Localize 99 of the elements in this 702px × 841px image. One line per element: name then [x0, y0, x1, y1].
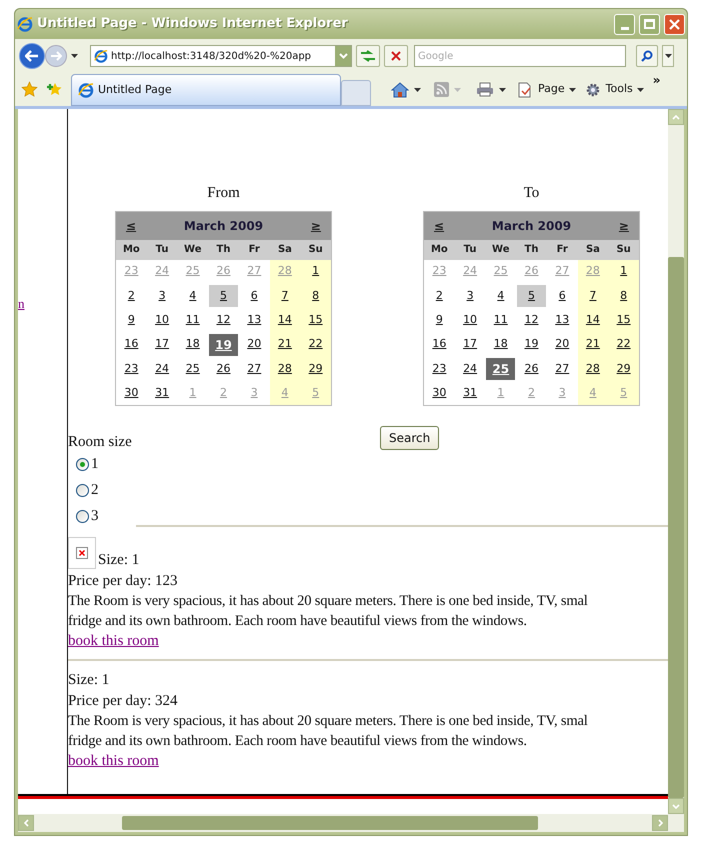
- next-month-link[interactable]: ≥: [310, 216, 321, 234]
- maximize-icon: [644, 19, 655, 29]
- minimize-icon: [620, 26, 628, 30]
- scroll-thumb[interactable]: [122, 816, 538, 830]
- page-menu-button[interactable]: Page: [538, 81, 576, 98]
- search-options-button[interactable]: [662, 45, 674, 67]
- scroll-right-button[interactable]: [652, 815, 668, 831]
- room-size-label: Room size: [68, 433, 133, 452]
- weekday-header: Mo: [122, 243, 141, 257]
- search-icon: [641, 50, 653, 62]
- minimize-button[interactable]: [614, 14, 635, 34]
- weekday-header: Sa: [276, 243, 293, 257]
- chevron-left-icon: [24, 819, 28, 827]
- calendar-label: From: [207, 184, 240, 203]
- month-title: March 2009: [492, 218, 572, 234]
- tools-menu-button[interactable]: Tools: [606, 81, 644, 98]
- caret-icon[interactable]: [499, 88, 506, 92]
- radio-button[interactable]: [76, 510, 89, 523]
- scroll-left-button[interactable]: [18, 815, 34, 831]
- search-submit-button[interactable]: Search: [380, 426, 440, 450]
- room-size-text: Size: 1: [98, 551, 140, 570]
- radio-label: 1: [91, 455, 98, 474]
- refresh-arrows-icon: [360, 50, 376, 62]
- weekday-header: Fr: [248, 243, 261, 257]
- star-icon[interactable]: [21, 81, 38, 98]
- weekday-header: Tu: [462, 243, 478, 257]
- room-description-text: fridge and its own bathroom. Each room have beautiful views from the windows.: [68, 612, 528, 632]
- calendar-day[interactable]: 19: [208, 334, 238, 356]
- weekday-header: Th: [216, 243, 232, 257]
- weekday-header: Fr: [556, 243, 569, 257]
- prev-month-link[interactable]: ≤: [434, 216, 444, 234]
- room-price-text: Price per day: 324: [68, 692, 179, 712]
- caret-icon[interactable]: [71, 54, 78, 58]
- book-room-link[interactable]: book this room: [68, 751, 159, 772]
- browser-tab[interactable]: Untitled Page: [71, 74, 341, 106]
- prev-month-link[interactable]: ≤: [126, 216, 136, 234]
- weekday-header: Sa: [584, 243, 601, 257]
- search-button[interactable]: [636, 45, 658, 67]
- weekday-header: Su: [307, 243, 324, 257]
- room-description-text: fridge and its own bathroom. Each room have beautiful views from the windows.: [68, 732, 528, 752]
- home-icon[interactable]: [391, 82, 409, 98]
- maximize-button[interactable]: [639, 14, 660, 34]
- next-month-link[interactable]: ≥: [618, 216, 629, 234]
- month-title: March 2009: [184, 218, 264, 234]
- room-price-text: Price per day: 123: [68, 572, 179, 592]
- room-size-text: Size: 1: [68, 671, 110, 690]
- radio-label: 3: [91, 507, 98, 526]
- vertical-scrollbar[interactable]: [668, 109, 684, 814]
- scroll-down-button[interactable]: [668, 798, 684, 814]
- address-field[interactable]: http://localhost:3148/320d%20-%20app: [90, 45, 352, 67]
- search-field[interactable]: Google: [414, 45, 626, 67]
- scroll-up-button[interactable]: [668, 109, 684, 125]
- tab-title: Untitled Page: [98, 82, 172, 98]
- refresh-button[interactable]: [356, 45, 380, 67]
- weekday-header: Mo: [430, 243, 449, 257]
- close-icon: [669, 18, 680, 30]
- horizontal-scrollbar[interactable]: [18, 814, 684, 832]
- add-star-icon[interactable]: [46, 81, 63, 98]
- more-chevron[interactable]: »: [652, 71, 661, 89]
- caret-icon[interactable]: [568, 88, 576, 92]
- weekday-header: We: [491, 243, 511, 257]
- chevron-up-icon: [672, 114, 680, 120]
- book-room-link[interactable]: book this room: [68, 631, 159, 652]
- page-icon[interactable]: [517, 82, 533, 98]
- chevron-right-icon: [658, 819, 662, 827]
- caret-icon[interactable]: [664, 54, 672, 58]
- calendar-label: To: [524, 184, 540, 203]
- weekday-header: Th: [524, 243, 540, 257]
- url-text: http://localhost:3148/320d%20-%20app: [111, 50, 312, 64]
- gear-icon[interactable]: [584, 82, 601, 98]
- printer-icon[interactable]: [476, 82, 494, 97]
- radio-button[interactable]: [76, 458, 89, 471]
- radio-label: 2: [91, 481, 98, 500]
- browser-logo-icon: [17, 16, 33, 32]
- calendar-day[interactable]: 5: [208, 284, 238, 307]
- arrow-left-icon: [25, 50, 39, 62]
- radio-button[interactable]: [76, 484, 89, 497]
- weekday-header: We: [183, 243, 203, 257]
- caret-icon[interactable]: [636, 88, 644, 92]
- calendar-day[interactable]: 25: [486, 358, 516, 380]
- side-link[interactable]: n: [18, 296, 24, 311]
- back-button[interactable]: [19, 43, 45, 69]
- calendar-day[interactable]: 5: [516, 284, 546, 307]
- chevron-down-icon: [338, 53, 348, 59]
- close-button[interactable]: [664, 14, 685, 34]
- arrow-right-icon: [50, 51, 62, 61]
- scroll-thumb[interactable]: [668, 257, 684, 798]
- room-description-text: The Room is very spacious, it has about 20 square meters. There is one bed inside, TV, smal: [68, 712, 589, 732]
- weekday-header: Tu: [154, 243, 170, 257]
- stop-x-icon: [391, 51, 401, 61]
- stop-button[interactable]: [384, 45, 408, 67]
- room-description-text: The Room is very spacious, it has about 20 square meters. There is one bed inside, TV, smal: [68, 592, 589, 612]
- weekday-header: Su: [615, 243, 632, 257]
- address-dropdown-button[interactable]: [335, 46, 351, 66]
- browser-logo-icon: [78, 82, 94, 98]
- browser-logo-icon: [94, 49, 108, 63]
- window-title: Untitled Page - Windows Internet Explorer: [37, 15, 349, 34]
- chevron-down-icon: [672, 804, 680, 808]
- caret-icon[interactable]: [414, 88, 421, 92]
